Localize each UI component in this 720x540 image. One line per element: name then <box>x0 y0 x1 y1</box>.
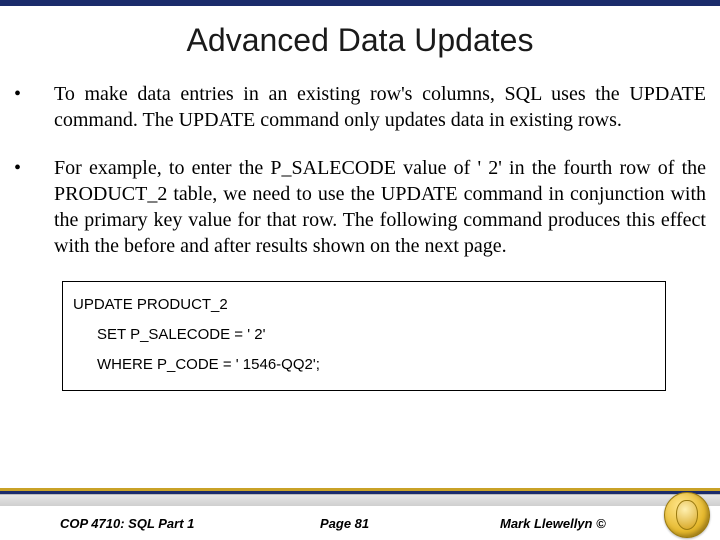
ucf-logo <box>664 492 710 538</box>
bullet-marker: • <box>14 155 54 259</box>
footer-page: Page 81 <box>320 516 500 531</box>
bullet-item: • To make data entries in an existing ro… <box>14 81 706 133</box>
bullet-marker: • <box>14 81 54 133</box>
slide-title: Advanced Data Updates <box>0 22 720 59</box>
sql-code-box: UPDATE PRODUCT_2 SET P_SALECODE = ' 2' W… <box>62 281 666 391</box>
footer-course: COP 4710: SQL Part 1 <box>60 516 320 531</box>
code-line: UPDATE PRODUCT_2 <box>73 290 655 320</box>
slide-content: • To make data entries in an existing ro… <box>0 81 720 391</box>
top-accent-bar <box>0 0 720 6</box>
slide-footer: COP 4710: SQL Part 1 Page 81 Mark Llewel… <box>0 488 720 540</box>
bullet-text: For example, to enter the P_SALECODE val… <box>54 155 706 259</box>
code-line: WHERE P_CODE = ' 1546-QQ2'; <box>73 350 655 380</box>
bullet-item: • For example, to enter the P_SALECODE v… <box>14 155 706 259</box>
bullet-text: To make data entries in an existing row'… <box>54 81 706 133</box>
footer-stripes <box>0 488 720 506</box>
code-line: SET P_SALECODE = ' 2' <box>73 320 655 350</box>
footer-bar: COP 4710: SQL Part 1 Page 81 Mark Llewel… <box>0 506 720 540</box>
